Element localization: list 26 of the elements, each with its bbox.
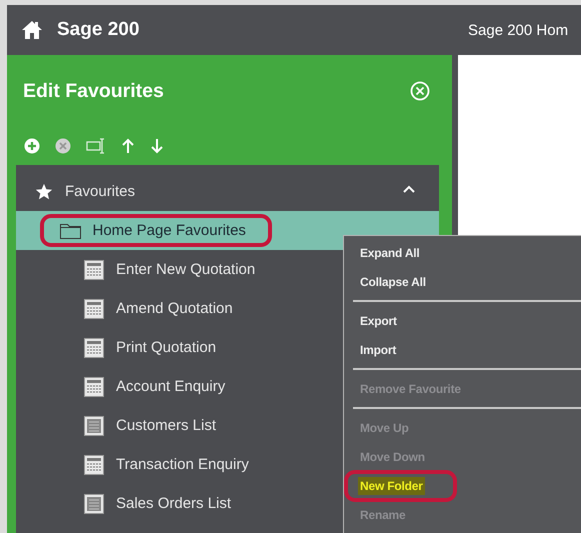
list-icon — [84, 494, 104, 514]
form-icon — [84, 376, 104, 396]
page-tab[interactable]: Sage 200 Hom — [468, 22, 568, 38]
add-icon[interactable] — [24, 138, 40, 154]
up-arrow-icon[interactable] — [121, 138, 135, 154]
annotation-outline: Home Page Favourites — [40, 214, 272, 247]
panel-title: Edit Favourites — [23, 80, 164, 102]
form-icon — [84, 298, 104, 318]
down-arrow-icon[interactable] — [150, 138, 164, 154]
home-icon[interactable] — [21, 20, 43, 40]
menu-item[interactable]: Export — [358, 312, 399, 330]
menu-item[interactable]: Collapse All — [358, 272, 428, 290]
folder-icon — [60, 222, 80, 239]
menu-item[interactable]: Import — [358, 340, 398, 358]
close-icon[interactable] — [410, 81, 430, 101]
form-icon — [84, 338, 104, 358]
rename-icon[interactable] — [86, 138, 106, 154]
collapse-chevron-icon[interactable] — [403, 185, 415, 193]
list-icon — [84, 416, 104, 436]
menu-item[interactable]: New Folder — [358, 476, 425, 494]
star-icon — [35, 182, 53, 200]
tree-item[interactable]: Favourites — [16, 172, 439, 211]
form-icon — [84, 454, 104, 474]
app-title: Sage 200 — [57, 19, 140, 41]
remove-icon[interactable] — [55, 138, 71, 154]
form-icon — [84, 260, 104, 280]
